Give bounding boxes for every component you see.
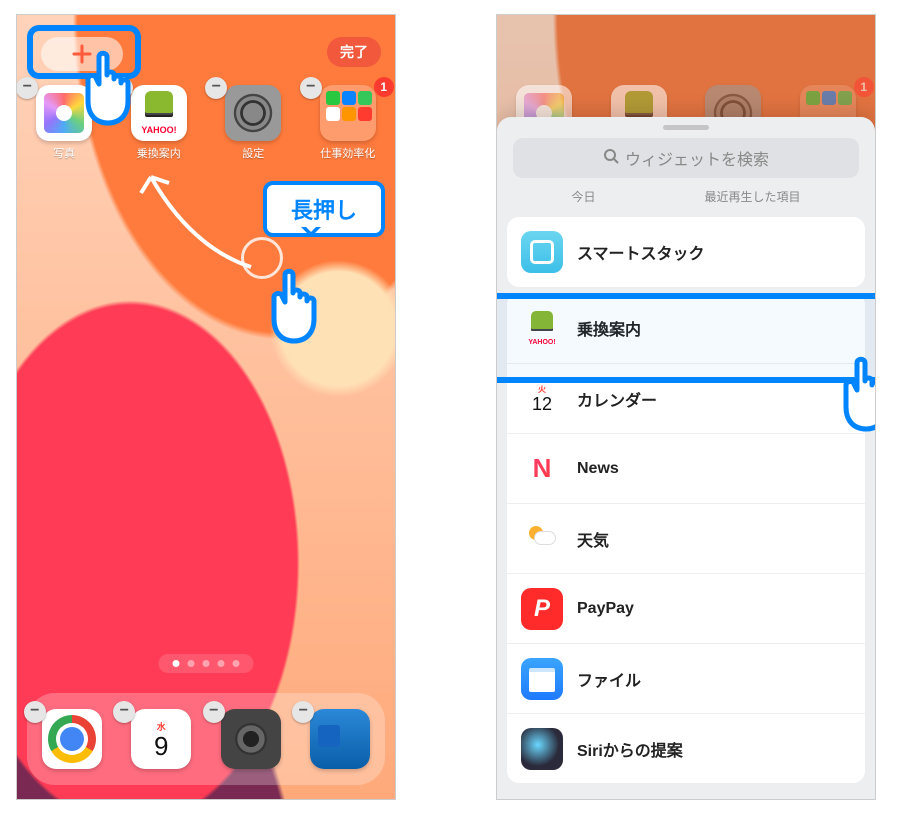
- search-icon: [603, 148, 619, 169]
- outlook-icon: [310, 709, 370, 769]
- row-weather[interactable]: 天気: [507, 503, 865, 573]
- dock: − 水9− − −: [27, 693, 385, 785]
- remove-badge[interactable]: −: [205, 77, 227, 99]
- pointer-hand-icon: [835, 351, 876, 433]
- remove-badge[interactable]: −: [203, 701, 225, 723]
- app-settings[interactable]: − 設定: [213, 85, 293, 161]
- calendar-icon: 水9: [131, 709, 191, 769]
- remove-badge[interactable]: −: [16, 77, 38, 99]
- home-screen-editing: 完了 − 写真 − 乗換案内 − 設定 −: [16, 14, 396, 800]
- folder-icon: [320, 85, 376, 141]
- row-files[interactable]: ファイル: [507, 643, 865, 713]
- app-icon-row: − 写真 − 乗換案内 − 設定 − 1 仕事効率化: [17, 85, 395, 161]
- done-button[interactable]: 完了: [327, 37, 381, 67]
- widget-picker-screen: 1 ウィジェットを検索 今日 最近再生した項目 スマートスタック 乗換案内 火1…: [496, 14, 876, 800]
- calendar-icon: 火12: [521, 378, 563, 420]
- row-siri[interactable]: Siriからの提案: [507, 713, 865, 783]
- dock-app-calendar[interactable]: 水9−: [121, 709, 201, 769]
- pointer-hand-icon: [263, 263, 327, 345]
- row-paypay[interactable]: PayPay: [507, 573, 865, 643]
- notification-badge: 1: [374, 77, 394, 97]
- smartstack-icon: [521, 231, 563, 273]
- segment-recent[interactable]: 最近再生した項目: [704, 188, 800, 205]
- news-icon: [521, 448, 563, 490]
- dock-app-chrome[interactable]: −: [32, 709, 112, 769]
- search-placeholder: ウィジェットを検索: [625, 146, 769, 170]
- app-folder-productivity[interactable]: − 1 仕事効率化: [308, 85, 388, 161]
- files-icon: [521, 658, 563, 700]
- row-smartstack[interactable]: スマートスタック: [507, 217, 865, 287]
- gear-icon: [225, 85, 281, 141]
- remove-badge[interactable]: −: [24, 701, 46, 723]
- widget-gallery-sheet: ウィジェットを検索 今日 最近再生した項目 スマートスタック 乗換案内 火12カ…: [497, 117, 875, 799]
- app-label: 仕事効率化: [308, 145, 388, 161]
- siri-icon: [521, 728, 563, 770]
- chrome-icon: [42, 709, 102, 769]
- remove-badge[interactable]: −: [300, 77, 322, 99]
- page-indicator[interactable]: [159, 654, 254, 673]
- sheet-grabber[interactable]: [663, 125, 709, 130]
- search-widgets-input[interactable]: ウィジェットを検索: [513, 138, 859, 178]
- weather-icon: [521, 518, 563, 560]
- camera-icon: [221, 709, 281, 769]
- app-label: 写真: [24, 145, 104, 161]
- dock-app-outlook[interactable]: −: [300, 709, 380, 769]
- dock-app-camera[interactable]: −: [211, 709, 291, 769]
- segment-today[interactable]: 今日: [571, 188, 595, 205]
- row-news[interactable]: News: [507, 433, 865, 503]
- pointer-hand-icon: [77, 45, 141, 127]
- highlight-norikae-row: [496, 293, 876, 383]
- callout-long-press: 長押し: [263, 181, 385, 237]
- segment-row: 今日 最近再生した項目: [497, 188, 875, 217]
- paypay-icon: [521, 588, 563, 630]
